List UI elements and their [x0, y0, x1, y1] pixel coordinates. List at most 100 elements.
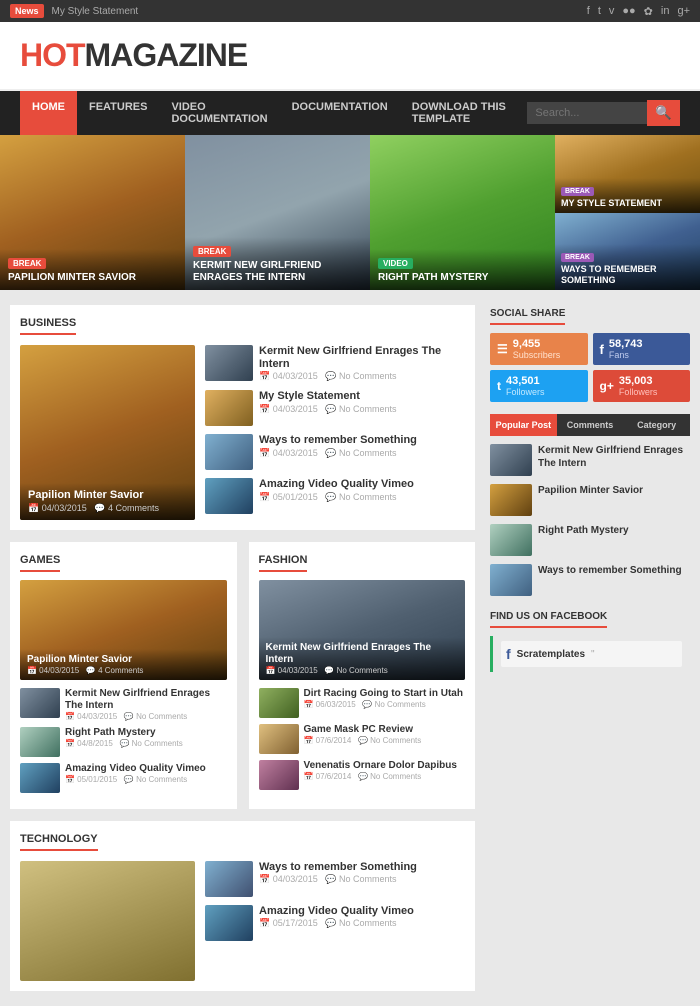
facebook-social-box[interactable]: f 58,743 Fans: [593, 333, 691, 365]
popular-item[interactable]: Kermit New Girlfriend Enrages The Intern: [490, 444, 690, 476]
rss-label: Subscribers: [513, 350, 561, 360]
list-item-title: My Style Statement: [259, 390, 465, 403]
popular-title: Right Path Mystery: [538, 524, 690, 537]
rss-social-box[interactable]: ☰ 9,455 Subscribers: [490, 333, 588, 365]
games-section: GAMES Papilion Minter Savior 📅 04/03/201…: [10, 542, 237, 809]
popular-item[interactable]: Papilion Minter Savior: [490, 484, 690, 516]
list-item-info: Ways to remember Something 📅 04/03/2015 …: [259, 434, 465, 458]
linkedin-icon[interactable]: in: [661, 5, 670, 18]
two-col-area: GAMES Papilion Minter Savior 📅 04/03/201…: [10, 542, 475, 809]
hero-slider: BREAK PAPILION MINTER SAVIOR BREAK KERMI…: [0, 135, 700, 290]
rss-count: 9,455: [513, 338, 561, 350]
popular-tabs-section: Popular Post Comments Category Kermit Ne…: [490, 414, 690, 596]
fb-count: 58,743: [609, 338, 643, 350]
list-item[interactable]: Amazing Video Quality Vimeo 📅 05/01/2015…: [20, 763, 227, 793]
list-item[interactable]: Game Mask PC Review 📅 07/6/2014 💬 No Com…: [259, 724, 466, 754]
twitter-icon[interactable]: t: [598, 5, 601, 18]
list-item[interactable]: Venenatis Ornare Dolor Dapibus 📅 07/6/20…: [259, 760, 466, 790]
gplus-social-box[interactable]: g+ 35,003 Followers: [593, 370, 691, 402]
slide5-tag: BREAK: [561, 253, 594, 262]
facebook-section: FIND US ON FACEBOOK f Scratemplates ": [490, 608, 690, 672]
popular-item[interactable]: Right Path Mystery: [490, 524, 690, 556]
top-bar-tagline: My Style Statement: [52, 6, 139, 17]
list-item[interactable]: Ways to remember Something 📅 04/03/2015 …: [205, 434, 465, 470]
facebook-icon[interactable]: f: [587, 5, 590, 18]
list-item-title: Ways to remember Something: [259, 434, 465, 447]
tab-category[interactable]: Category: [623, 414, 690, 436]
nav-home[interactable]: HOME: [20, 91, 77, 135]
search-input[interactable]: [527, 102, 647, 124]
slide2-title: KERMIT NEW GIRLFRIEND ENRAGES THE INTERN: [193, 260, 362, 284]
technology-list: Ways to remember Something 📅 04/03/2015 …: [205, 861, 465, 981]
slide3-tag: VIDEO: [378, 258, 413, 269]
games-main-meta: 📅 04/03/2015 💬 4 Comments: [27, 666, 220, 675]
hero-slide-2[interactable]: BREAK KERMIT NEW GIRLFRIEND ENRAGES THE …: [185, 135, 370, 290]
left-content: BUSINESS Papilion Minter Savior 📅 04/03/…: [10, 305, 475, 991]
nav-items: HOME FEATURES VIDEO DOCUMENTATION DOCUME…: [20, 91, 527, 135]
fb-page-name: Scratemplates: [517, 649, 585, 660]
main-nav: HOME FEATURES VIDEO DOCUMENTATION DOCUME…: [0, 91, 700, 135]
rss-icon: ☰: [497, 342, 508, 356]
tab-popular[interactable]: Popular Post: [490, 414, 557, 436]
nav-download[interactable]: DOWNLOAD THIS TEMPLATE: [400, 91, 528, 135]
slide2-tag: BREAK: [193, 246, 231, 257]
right-sidebar: SOCIAL SHARE ☰ 9,455 Subscribers f 58,74…: [490, 305, 690, 991]
hero-right-stack: BREAK MY STYLE STATEMENT BREAK WAYS TO R…: [555, 135, 700, 290]
list-item[interactable]: My Style Statement 📅 04/03/2015 💬 No Com…: [205, 390, 465, 426]
fashion-main-image[interactable]: Kermit New Girlfriend Enrages The Intern…: [259, 580, 466, 680]
nav-features[interactable]: FEATURES: [77, 91, 159, 135]
list-item[interactable]: Kermit New Girlfriend Enrages The Intern…: [20, 688, 227, 721]
tab-comments[interactable]: Comments: [557, 414, 624, 436]
list-item[interactable]: Right Path Mystery 📅 04/8/2015 💬 No Comm…: [20, 727, 227, 757]
technology-section: TECHNOLOGY Ways to remember Something 📅 …: [10, 821, 475, 991]
technology-grid: Ways to remember Something 📅 04/03/2015 …: [20, 861, 465, 981]
title-mag: MAGAZINE: [85, 37, 248, 73]
news-badge[interactable]: News: [10, 4, 44, 18]
business-main-meta: 📅 04/03/2015 💬 4 Comments: [28, 503, 187, 514]
tw-count: 43,501: [506, 375, 545, 387]
list-item-meta: 📅 04/03/2015 💬 No Comments: [259, 448, 465, 459]
list-item-info: Kermit New Girlfriend Enrages The Intern…: [259, 345, 465, 382]
nav-search: 🔍: [527, 100, 680, 126]
list-item-title: Kermit New Girlfriend Enrages The Intern: [259, 345, 465, 371]
hero-slide-4[interactable]: BREAK MY STYLE STATEMENT: [555, 135, 700, 213]
pinterest-icon[interactable]: ✿: [644, 5, 653, 18]
list-item[interactable]: Dirt Racing Going to Start in Utah 📅 06/…: [259, 688, 466, 718]
twitter-social-icon: t: [497, 379, 501, 393]
popular-item[interactable]: Ways to remember Something: [490, 564, 690, 596]
site-header: HOTMAGAZINE: [0, 22, 700, 91]
business-section: BUSINESS Papilion Minter Savior 📅 04/03/…: [10, 305, 475, 530]
list-item[interactable]: Kermit New Girlfriend Enrages The Intern…: [205, 345, 465, 382]
vine-icon[interactable]: ●●: [622, 5, 635, 18]
search-button[interactable]: 🔍: [647, 100, 680, 126]
games-main-image[interactable]: Papilion Minter Savior 📅 04/03/2015 💬 4 …: [20, 580, 227, 680]
fashion-main-meta: 📅 04/03/2015 💬 No Comments: [266, 666, 459, 675]
list-item-info: My Style Statement 📅 04/03/2015 💬 No Com…: [259, 390, 465, 414]
games-main-title: Papilion Minter Savior: [27, 654, 220, 666]
tw-label: Followers: [506, 387, 545, 397]
list-item[interactable]: Ways to remember Something 📅 04/03/2015 …: [205, 861, 465, 897]
list-item-meta: 📅 04/03/2015 💬 No Comments: [259, 404, 465, 415]
top-bar-social-icons: f t v ●● ✿ in g+: [587, 5, 690, 18]
hero-slide-5[interactable]: BREAK WAYS TO REMEMBER SOMETHING: [555, 213, 700, 291]
hero-slide-3[interactable]: VIDEO RIGHT PATH MYSTERY: [370, 135, 555, 290]
slide1-title: PAPILION MINTER SAVIOR: [8, 272, 177, 284]
hero-slide-1[interactable]: BREAK PAPILION MINTER SAVIOR: [0, 135, 185, 290]
nav-video-doc[interactable]: VIDEO DOCUMENTATION: [159, 91, 279, 135]
thumb-ways: [205, 434, 253, 470]
list-item-meta: 📅 04/03/2015 💬 No Comments: [259, 371, 465, 382]
facebook-social-icon: f: [600, 342, 604, 357]
gplus-icon[interactable]: g+: [677, 5, 690, 18]
technology-main-image[interactable]: [20, 861, 195, 981]
vimeo-icon[interactable]: v: [609, 5, 615, 18]
fashion-section: FASHION Kermit New Girlfriend Enrages Th…: [249, 542, 476, 809]
top-bar: News My Style Statement f t v ●● ✿ in g+: [0, 0, 700, 22]
fb-page-link[interactable]: f Scratemplates ": [501, 641, 682, 667]
list-item[interactable]: Amazing Video Quality Vimeo 📅 05/01/2015…: [205, 478, 465, 514]
gp-label: Followers: [619, 387, 658, 397]
nav-documentation[interactable]: DOCUMENTATION: [280, 91, 400, 135]
twitter-social-box[interactable]: t 43,501 Followers: [490, 370, 588, 402]
list-item[interactable]: Amazing Video Quality Vimeo 📅 05/17/2015…: [205, 905, 465, 941]
gplus-social-icon: g+: [600, 379, 614, 393]
business-main-image[interactable]: Papilion Minter Savior 📅 04/03/2015 💬 4 …: [20, 345, 195, 520]
